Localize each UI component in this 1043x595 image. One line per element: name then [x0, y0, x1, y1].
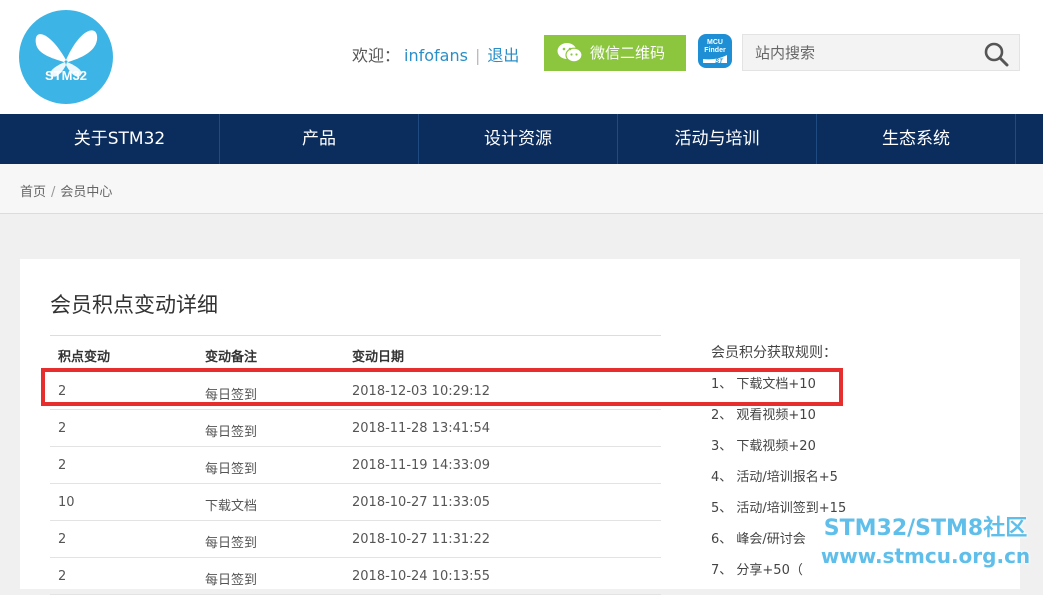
cell-change: 2: [58, 532, 67, 547]
table-divider: [50, 335, 661, 336]
main-nav: 关于STM32 产品 设计资源 活动与培训 生态系统: [0, 114, 1043, 164]
column-header-date: 变动日期: [352, 350, 405, 365]
welcome-separator: |: [474, 46, 481, 65]
breadcrumb-current: 会员中心: [60, 185, 113, 200]
column-header-note: 变动备注: [205, 350, 258, 365]
cell-note: 每日签到: [205, 425, 258, 440]
watermark-line2: www.stmcu.org.cn: [820, 544, 1031, 568]
breadcrumb-home[interactable]: 首页: [20, 185, 46, 200]
cell-change: 2: [58, 421, 67, 436]
rule-item: 4、 活动/培训报名+5: [711, 470, 838, 485]
cell-note: 每日签到: [205, 573, 258, 588]
table-row: 2 每日签到 2018-11-19 14:33:09: [50, 447, 661, 484]
column-header-change: 积点变动: [58, 350, 111, 365]
cell-change: 2: [58, 458, 67, 473]
wechat-qr-button[interactable]: 微信二维码: [544, 35, 686, 71]
table-row: 2 每日签到 2018-10-27 11:31:22: [50, 521, 661, 558]
watermark-line1: STM32/STM8社区: [823, 516, 1028, 541]
cell-change: 10: [58, 495, 75, 510]
stm32-logo[interactable]: STM32: [19, 10, 113, 104]
breadcrumb: 首页 / 会员中心: [20, 181, 112, 200]
nav-item-ecosystem[interactable]: 生态系统: [817, 114, 1016, 164]
cell-note: 每日签到: [205, 462, 258, 477]
nav-item-about[interactable]: 关于STM32: [20, 114, 220, 164]
cell-date: 2018-11-28 13:41:54: [352, 421, 491, 436]
nav-item-products[interactable]: 产品: [220, 114, 419, 164]
site-watermark: STM32/STM8社区 www.stmcu.org.cn: [808, 515, 1043, 569]
nav-item-events-training[interactable]: 活动与培训: [618, 114, 817, 164]
breadcrumb-bar: 首页 / 会员中心: [0, 164, 1043, 214]
search-icon[interactable]: [983, 41, 1009, 67]
mcu-finder-brand: ST: [715, 59, 724, 65]
page-title: 会员积点变动详细: [50, 293, 218, 317]
mcu-finder-icon[interactable]: MCU Finder ST: [697, 33, 733, 69]
mcu-finder-line2: Finder: [704, 47, 726, 54]
wechat-icon: [557, 43, 583, 63]
cell-date: 2018-10-27 11:33:05: [352, 495, 491, 510]
nav-item-design-resources[interactable]: 设计资源: [419, 114, 618, 164]
logo-text: STM32: [45, 68, 87, 83]
rules-title: 会员积分获取规则：: [711, 345, 837, 361]
cell-note: 下载文档: [205, 499, 258, 514]
mcu-finder-line1: MCU: [707, 39, 723, 46]
table-row: 10 下载文档 2018-10-27 11:33:05: [50, 484, 661, 521]
wechat-button-label: 微信二维码: [590, 44, 666, 62]
site-search: [742, 34, 1020, 71]
highlight-annotation: [41, 368, 843, 406]
butterfly-icon: [35, 30, 98, 77]
search-input[interactable]: [743, 35, 973, 70]
cell-date: 2018-10-27 11:31:22: [352, 532, 491, 547]
table-row: 2 每日签到 2018-11-28 13:41:54: [50, 410, 661, 447]
site-header: STM32 欢迎： infofans | 退出 微信二维码 MCU Finder ST: [0, 0, 1043, 114]
username-link[interactable]: infofans: [404, 46, 468, 65]
cell-note: 每日签到: [205, 536, 258, 551]
rule-item: 2、 观看视频+10: [711, 408, 816, 423]
cell-date: 2018-11-19 14:33:09: [352, 458, 491, 473]
logout-link[interactable]: 退出: [487, 46, 519, 65]
welcome-bar: 欢迎： infofans | 退出: [352, 42, 519, 66]
breadcrumb-separator: /: [51, 185, 56, 200]
rule-item: 3、 下载视频+20: [711, 439, 816, 454]
welcome-label: 欢迎：: [352, 46, 401, 65]
